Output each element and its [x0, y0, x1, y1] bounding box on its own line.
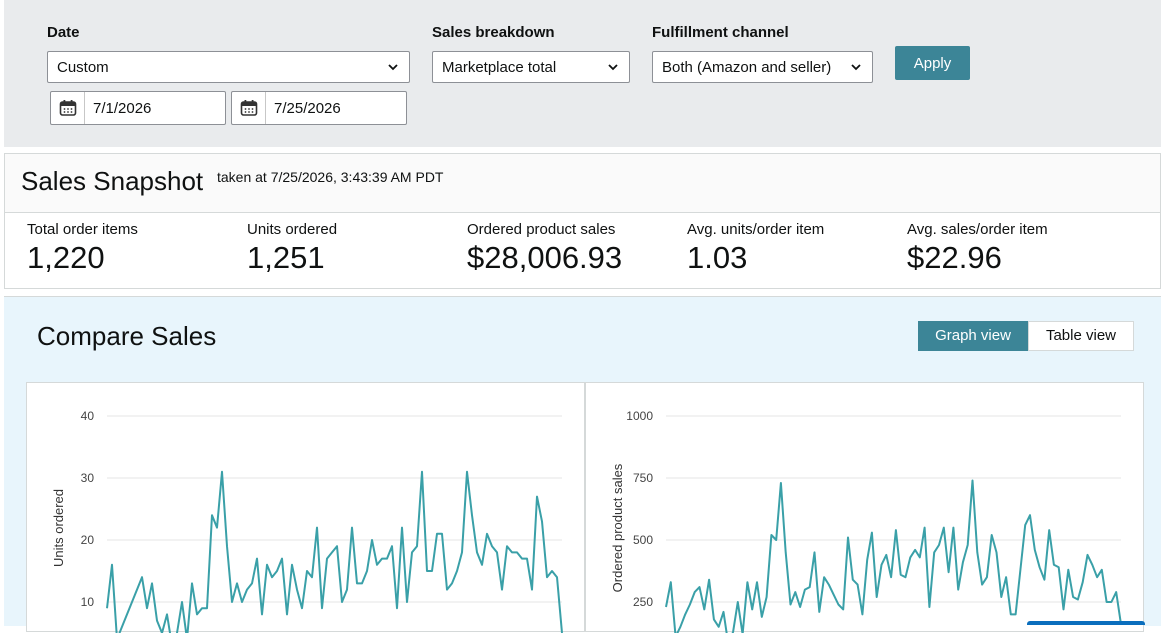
metric-units-ordered: Units ordered 1,251 — [247, 221, 337, 276]
chevron-down-icon — [850, 61, 862, 73]
graph-view-button[interactable]: Graph view — [918, 321, 1028, 351]
end-date-input[interactable]: 7/25/2026 — [231, 91, 407, 125]
y-axis-label: Ordered product sales — [610, 463, 625, 592]
y-tick-label: 40 — [81, 409, 95, 423]
scroll-indicator — [1027, 621, 1145, 625]
apply-button[interactable]: Apply — [895, 46, 970, 80]
units-ordered-chart-svg: 10 20 30 40 Units ordered — [27, 383, 586, 633]
chevron-down-icon — [387, 61, 399, 73]
y-tick-label: 20 — [81, 533, 95, 547]
series-line — [107, 472, 562, 633]
date-label: Date — [47, 24, 80, 41]
calendar-icon[interactable] — [59, 99, 77, 117]
sales-breakdown-value: Marketplace total — [442, 59, 556, 76]
metric-avg-units-per-order-item: Avg. units/order item 1.03 — [687, 221, 824, 276]
metric-ordered-product-sales: Ordered product sales $28,006.93 — [467, 221, 622, 276]
fulfillment-channel-value: Both (Amazon and seller) — [662, 59, 831, 76]
ordered-product-sales-chart: 250 500 750 1000 Ordered product sales — [585, 382, 1144, 632]
y-tick-label: 30 — [81, 471, 95, 485]
units-ordered-chart: 10 20 30 40 Units ordered — [26, 382, 585, 632]
compare-sales-panel: Compare Sales Graph view Table view 10 20… — [4, 296, 1161, 626]
table-view-button[interactable]: Table view — [1028, 321, 1134, 351]
filters-panel: Date Sales breakdown Fulfillment channel… — [4, 0, 1161, 147]
date-select[interactable]: Custom — [47, 51, 410, 83]
start-date-value: 7/1/2026 — [93, 100, 151, 117]
metric-avg-sales-per-order-item: Avg. sales/order item $22.96 — [907, 221, 1048, 276]
y-tick-label: 10 — [81, 595, 95, 609]
compare-sales-title: Compare Sales — [37, 321, 216, 352]
metric-total-order-items: Total order items 1,220 — [27, 221, 138, 276]
fulfillment-channel-label: Fulfillment channel — [652, 24, 789, 41]
fulfillment-channel-select[interactable]: Both (Amazon and seller) — [652, 51, 873, 83]
sales-breakdown-select[interactable]: Marketplace total — [432, 51, 630, 83]
y-tick-label: 250 — [633, 595, 653, 609]
y-axis-label: Units ordered — [51, 489, 66, 567]
snapshot-timestamp: taken at 7/25/2026, 3:43:39 AM PDT — [217, 169, 443, 185]
calendar-icon[interactable] — [240, 99, 258, 117]
snapshot-header: Sales Snapshot taken at 7/25/2026, 3:43:… — [5, 154, 1160, 213]
series-line — [666, 481, 1121, 633]
date-select-value: Custom — [57, 59, 109, 76]
chevron-down-icon — [607, 61, 619, 73]
snapshot-title: Sales Snapshot — [21, 166, 203, 197]
end-date-value: 7/25/2026 — [274, 100, 341, 117]
sales-snapshot-panel: Sales Snapshot taken at 7/25/2026, 3:43:… — [4, 153, 1161, 289]
y-tick-label: 1000 — [626, 409, 653, 423]
y-tick-label: 750 — [633, 471, 653, 485]
start-date-input[interactable]: 7/1/2026 — [50, 91, 226, 125]
y-tick-label: 500 — [633, 533, 653, 547]
sales-breakdown-label: Sales breakdown — [432, 24, 555, 41]
ordered-product-sales-chart-svg: 250 500 750 1000 Ordered product sales — [586, 383, 1145, 633]
